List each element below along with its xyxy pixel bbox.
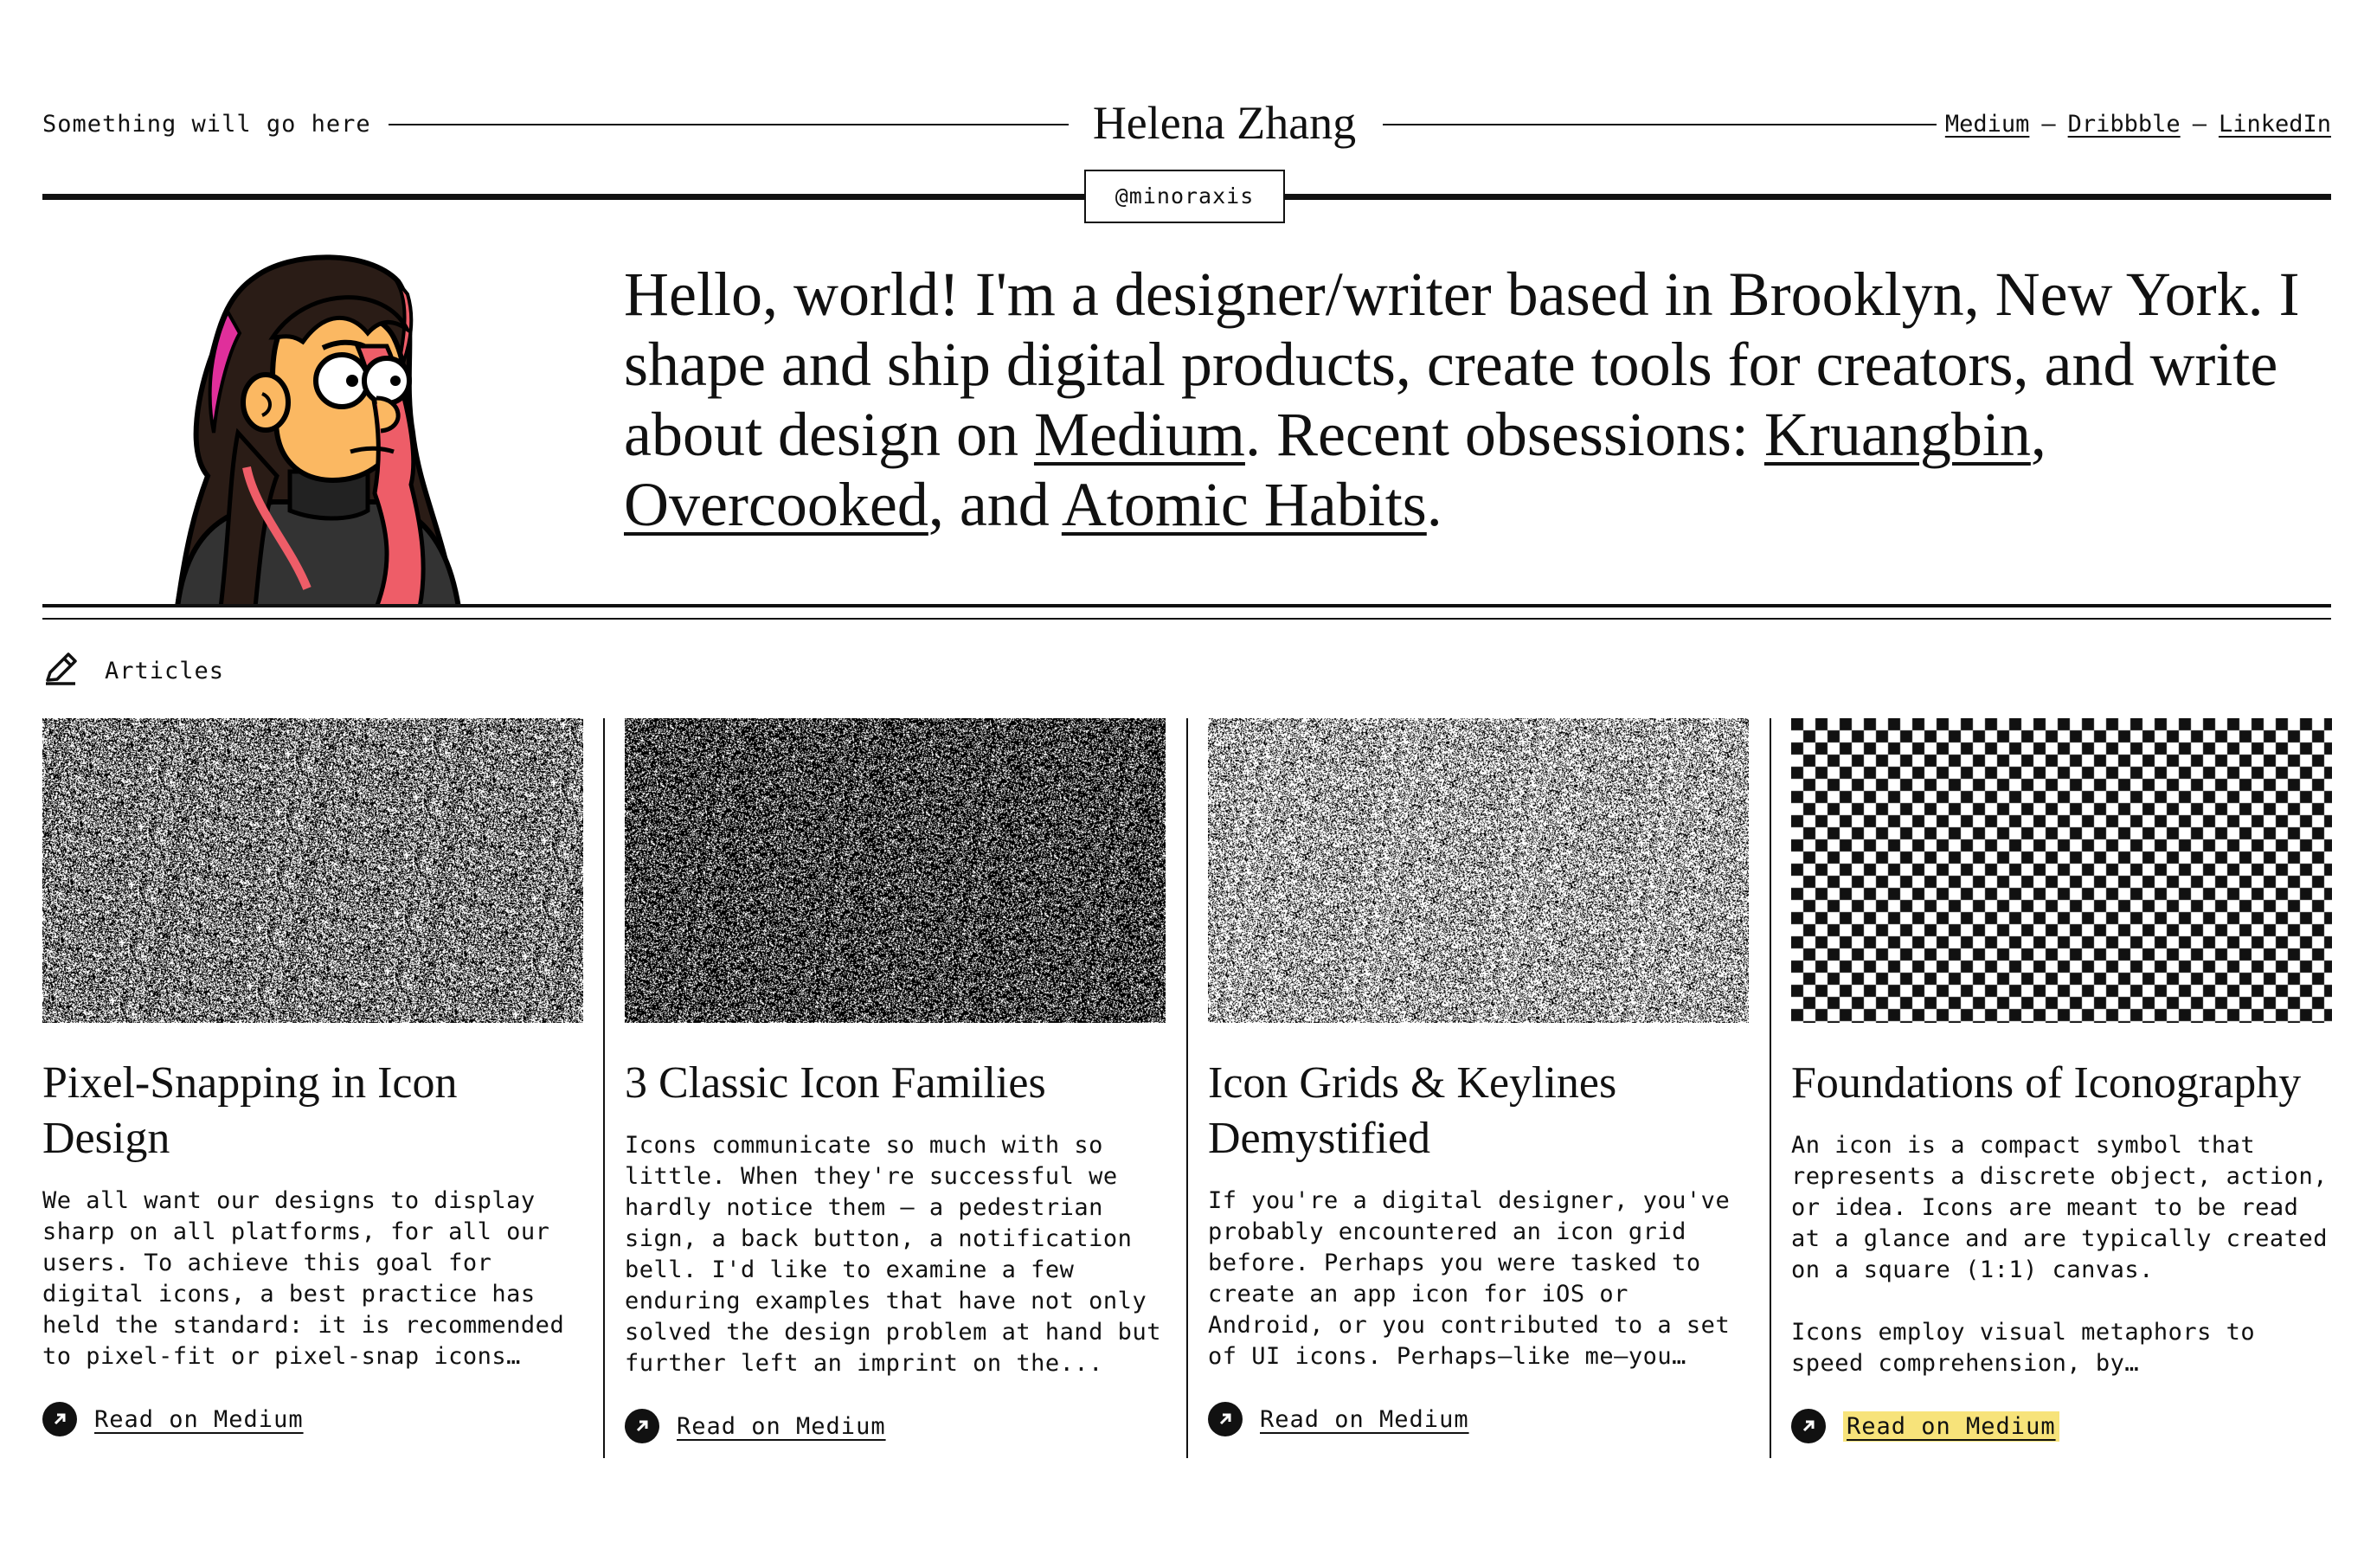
linkedin-link[interactable]: LinkedIn <box>2219 111 2331 138</box>
article-excerpt: If you're a digital designer, you've pro… <box>1208 1187 1744 1370</box>
bio-paragraph: Hello, world! I'm a designer/writer base… <box>624 260 2320 540</box>
section-label: Articles <box>105 658 225 684</box>
atomic-habits-link[interactable]: Atomic Habits <box>1062 470 1427 539</box>
read-on-medium-link[interactable]: Read on Medium <box>625 1409 1166 1443</box>
article-card: Icon Grids & Keylines Demystified If you… <box>1208 718 1749 1436</box>
social-links: Medium – Dribbble – LinkedIn <box>1945 111 2331 138</box>
article-excerpt: Icons communicate so much with so little… <box>625 1132 1176 1377</box>
article-card: Foundations of Iconography An icon is a … <box>1791 718 2332 1443</box>
pencil-icon <box>46 652 77 685</box>
article-title[interactable]: 3 Classic Icon Families <box>625 1056 1166 1111</box>
bio-text: . Recent obsessions: <box>1244 400 1764 469</box>
article-card: 3 Classic Icon Families Icons communicat… <box>625 718 1166 1443</box>
bio-medium-link[interactable]: Medium <box>1034 400 1245 469</box>
article-image[interactable] <box>42 718 583 1023</box>
bio-text: , <box>2030 400 2046 469</box>
article-title[interactable]: Pixel-Snapping in Icon Design <box>42 1056 583 1166</box>
handle-badge[interactable]: @minoraxis <box>1084 170 1285 223</box>
article-title[interactable]: Icon Grids & Keylines Demystified <box>1208 1056 1749 1166</box>
dribbble-link[interactable]: Dribbble <box>2068 111 2181 138</box>
avatar <box>174 254 462 607</box>
separator: – <box>2192 111 2207 138</box>
card-divider <box>1186 718 1188 1458</box>
arrow-up-right-icon <box>625 1409 659 1443</box>
arrow-up-right-icon <box>42 1402 77 1436</box>
article-image[interactable] <box>625 718 1166 1023</box>
link-label[interactable]: Read on Medium <box>677 1413 886 1440</box>
article-image[interactable] <box>1791 718 2332 1023</box>
separator: – <box>2041 111 2056 138</box>
overcooked-link[interactable]: Overcooked <box>624 470 928 539</box>
article-image[interactable] <box>1208 718 1749 1023</box>
article-card: Pixel-Snapping in Icon Design We all wan… <box>42 718 583 1436</box>
site-header: Something will go here Helena Zhang Medi… <box>42 93 2331 154</box>
hero-rule-thick <box>42 604 2331 607</box>
link-label[interactable]: Read on Medium <box>1260 1406 1469 1433</box>
article-excerpt: We all want our designs to display sharp… <box>42 1187 579 1370</box>
read-on-medium-link[interactable]: Read on Medium <box>42 1402 583 1436</box>
header-rule-right <box>1383 124 1937 125</box>
arrow-up-right-icon <box>1791 1409 1826 1443</box>
bio-text: , and <box>928 470 1062 539</box>
article-excerpt: An icon is a compact symbol that represe… <box>1791 1132 2328 1377</box>
kruangbin-link[interactable]: Kruangbin <box>1764 400 2031 469</box>
arrow-up-right-icon <box>1208 1402 1243 1436</box>
article-title[interactable]: Foundations of Iconography <box>1791 1056 2332 1111</box>
read-on-medium-link[interactable]: Read on Medium <box>1208 1402 1749 1436</box>
medium-link[interactable]: Medium <box>1945 111 2030 138</box>
site-title[interactable]: Helena Zhang <box>1060 93 1389 152</box>
header-rule-left <box>389 124 1069 125</box>
card-divider <box>603 718 605 1458</box>
card-divider <box>1770 718 1771 1458</box>
bio-text: . <box>1426 470 1442 539</box>
hero-rule-thin <box>42 618 2331 620</box>
link-label-highlighted[interactable]: Read on Medium <box>1843 1411 2059 1442</box>
read-on-medium-link[interactable]: Read on Medium <box>1791 1409 2332 1443</box>
link-label[interactable]: Read on Medium <box>94 1406 304 1433</box>
tagline: Something will go here <box>42 111 371 138</box>
